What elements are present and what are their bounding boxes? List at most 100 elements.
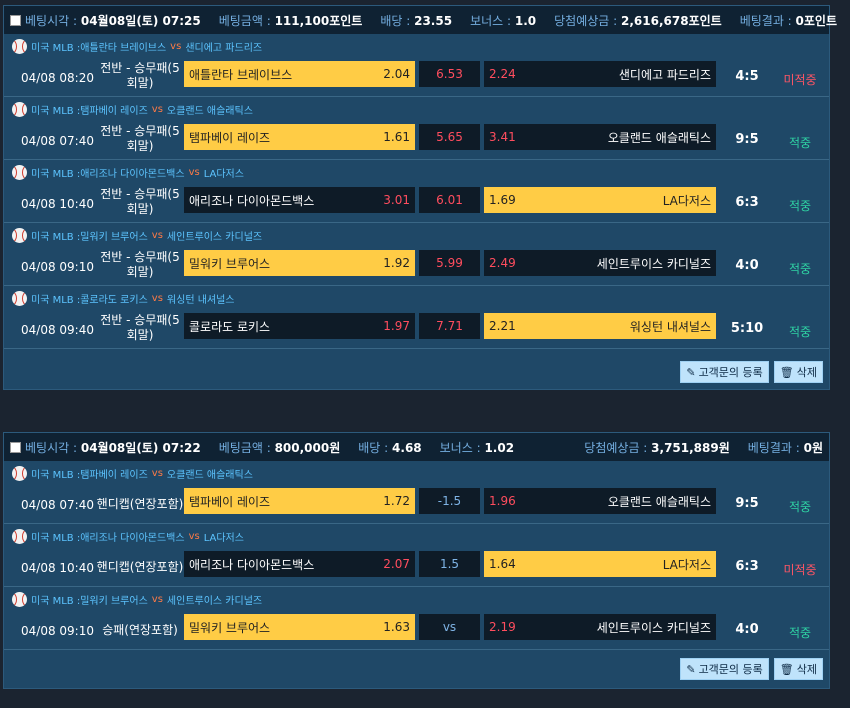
game-row: 미국 MLB : 탬파베이 레이즈 vs 오클랜드 애슬래틱스 04/08 07…: [4, 461, 829, 524]
bet-ticket-2: 베팅시각 : 04월08일(토) 07:22 베팅금액 : 800,000원 배…: [3, 432, 830, 689]
title-away-team: 오클랜드 애슬래틱스: [166, 470, 253, 481]
delete-button-label: 삭제: [796, 366, 817, 379]
home-pick: 밀워키 브루어스 1.63: [184, 614, 415, 640]
baseball-icon: [12, 466, 27, 481]
baseball-icon: [12, 165, 27, 180]
bet-time-label: 베팅시각 :: [25, 13, 81, 28]
ticket-header: 베팅시각 : 04월08일(토) 07:25 베팅금액 : 111,100포인트…: [4, 6, 837, 34]
baseball-icon: [12, 102, 27, 117]
title-home-team: 애리조나 다이아몬드백스: [80, 169, 185, 180]
bet-amount-value: 800,000원: [274, 440, 341, 455]
vs-label: vs: [188, 531, 200, 542]
baseball-icon: [12, 39, 27, 54]
game-row: 미국 MLB : 밀워키 브루어스 vs 세인트루이스 카디널즈 04/08 0…: [4, 587, 829, 650]
bet-type: 전반 - 승무패(5회말): [100, 250, 180, 279]
away-team-name: 오클랜드 애슬래틱스: [607, 130, 711, 145]
ticket-select-checkbox[interactable]: [10, 441, 21, 453]
league-label: 미국 MLB :: [31, 470, 81, 481]
away-pick: 2.19 세인트루이스 카디널즈: [484, 614, 716, 640]
home-team-name: 애리조나 다이아몬드백스: [189, 557, 315, 572]
away-odds: 1.69: [489, 193, 516, 207]
baseball-icon: [12, 291, 27, 306]
bet-time-label: 베팅시각 :: [25, 440, 81, 455]
draw-pick: 7.71: [419, 313, 480, 339]
baseball-icon: [12, 228, 27, 243]
away-pick: 2.21 워싱턴 내셔널스: [484, 313, 716, 339]
draw-odds: 6.53: [436, 67, 463, 81]
home-pick: 콜로라도 로키스 1.97: [184, 313, 415, 339]
home-team-name: 콜로라도 로키스: [189, 319, 271, 334]
game-row: 미국 MLB : 애리조나 다이아몬드백스 vs LA다저스 04/08 10:…: [4, 524, 829, 587]
vs-label: vs: [151, 230, 163, 241]
title-away-team: 샌디에고 파드리즈: [185, 43, 263, 54]
vs-label: vs: [170, 41, 182, 52]
game-datetime: 04/08 10:40: [21, 561, 94, 575]
vs-label: vs: [151, 104, 163, 115]
game-datetime: 04/08 07:40: [21, 134, 94, 148]
home-odds: 1.61: [383, 130, 410, 144]
bet-result-label: 베팅결과 :: [739, 13, 796, 28]
away-pick: 1.69 LA다저스: [484, 187, 716, 213]
delete-button-label: 삭제: [796, 663, 817, 676]
inquiry-button[interactable]: ✎ 고객문의 등록: [680, 361, 769, 383]
league-label: 미국 MLB :: [31, 169, 81, 180]
home-odds: 2.07: [383, 557, 410, 571]
game-title: 미국 MLB : 애리조나 다이아몬드백스 vs LA다저스: [12, 165, 244, 180]
expected-win-value: 3,751,889원: [651, 440, 730, 455]
games-list: 미국 MLB : 탬파베이 레이즈 vs 오클랜드 애슬래틱스 04/08 07…: [4, 461, 829, 650]
home-team-name: 탬파베이 레이즈: [189, 494, 271, 509]
draw-odds: -1.5: [437, 494, 462, 508]
title-away-team: LA다저스: [203, 169, 244, 180]
draw-pick: vs: [419, 614, 480, 640]
home-pick: 탬파베이 레이즈 1.72: [184, 488, 415, 514]
draw-odds: 5.99: [436, 256, 463, 270]
inquiry-button-label: 고객문의 등록: [698, 663, 763, 676]
odds-label: 배당 :: [380, 13, 415, 28]
ticket-select-checkbox[interactable]: [10, 14, 21, 26]
away-odds: 2.21: [489, 319, 516, 333]
game-row: 미국 MLB : 콜로라도 로키스 vs 워싱턴 내셔널스 04/08 09:4…: [4, 286, 829, 349]
games-list: 미국 MLB : 애틀란타 브레이브스 vs 샌디에고 파드리즈 04/08 0…: [4, 34, 829, 349]
bet-amount-label: 베팅금액 :: [218, 440, 275, 455]
expected-win-label: 당첨예상금 :: [584, 440, 652, 455]
game-row: 미국 MLB : 밀워키 브루어스 vs 세인트루이스 카디널즈 04/08 0…: [4, 223, 829, 286]
league-label: 미국 MLB :: [31, 295, 81, 306]
draw-odds: 6.01: [436, 193, 463, 207]
delete-button[interactable]: 🗑 삭제: [773, 658, 823, 680]
home-team-name: 애리조나 다이아몬드백스: [189, 193, 315, 208]
bet-type: 전반 - 승무패(5회말): [100, 124, 180, 153]
game-result: 적중: [788, 136, 812, 150]
title-home-team: 애리조나 다이아몬드백스: [80, 533, 185, 544]
bet-ticket-1: 베팅시각 : 04월08일(토) 07:25 베팅금액 : 111,100포인트…: [3, 5, 837, 390]
home-odds: 1.72: [383, 494, 410, 508]
title-away-team: 오클랜드 애슬래틱스: [166, 106, 253, 117]
inquiry-button[interactable]: ✎ 고객문의 등록: [680, 658, 769, 680]
bonus-label: 보너스 :: [470, 13, 515, 28]
home-odds: 2.04: [383, 67, 410, 81]
ticket-actions: ✎ 고객문의 등록 🗑 삭제: [680, 658, 823, 680]
home-pick: 애틀란타 브레이브스 2.04: [184, 61, 415, 87]
away-odds: 3.41: [489, 130, 516, 144]
game-score: 4:5: [735, 69, 759, 84]
trash-icon: 🗑: [779, 365, 794, 379]
delete-button[interactable]: 🗑 삭제: [773, 361, 823, 383]
league-label: 미국 MLB :: [31, 533, 81, 544]
home-odds: 1.97: [383, 319, 410, 333]
title-home-team: 밀워키 브루어스: [80, 232, 148, 243]
game-datetime: 04/08 10:40: [21, 197, 94, 211]
away-odds: 2.24: [489, 67, 516, 81]
away-team-name: 세인트루이스 카디널즈: [596, 256, 711, 271]
vs-label: vs: [151, 468, 163, 479]
game-title: 미국 MLB : 밀워키 브루어스 vs 세인트루이스 카디널즈: [12, 228, 262, 243]
bet-amount-label: 베팅금액 :: [218, 13, 275, 28]
draw-pick: 5.99: [419, 250, 480, 276]
vs-label: vs: [151, 594, 163, 605]
expected-win-value: 2,616,678포인트: [621, 13, 722, 28]
title-away-team: 세인트루이스 카디널즈: [166, 232, 263, 243]
home-team-name: 애틀란타 브레이브스: [189, 67, 293, 82]
bet-amount-value: 111,100포인트: [274, 13, 363, 28]
home-pick: 밀워키 브루어스 1.92: [184, 250, 415, 276]
game-score: 4:0: [735, 258, 759, 273]
away-team-name: 오클랜드 애슬래틱스: [607, 494, 711, 509]
game-result: 적중: [788, 199, 812, 213]
